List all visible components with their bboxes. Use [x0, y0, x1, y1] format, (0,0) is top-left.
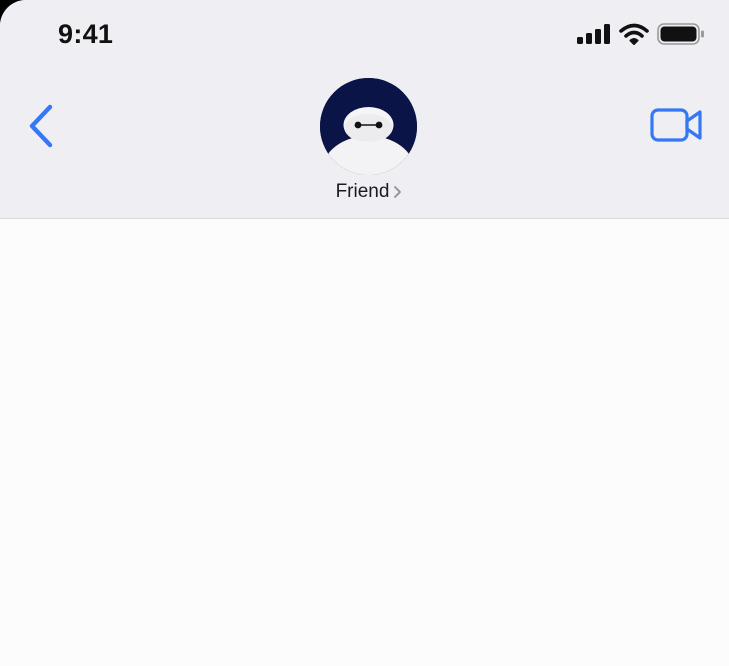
message-list[interactable]: [0, 219, 729, 666]
wifi-icon: [619, 23, 649, 50]
battery-icon: [657, 22, 705, 50]
chevron-left-icon: [28, 104, 54, 153]
contact-name: Friend: [335, 181, 390, 202]
messages-screen: 9:41 Friend: [0, 0, 729, 666]
video-call-button[interactable]: [647, 104, 707, 150]
avatar: [320, 78, 417, 175]
status-time: 9:41: [58, 19, 114, 49]
back-button[interactable]: [18, 100, 64, 156]
cellular-signal-icon: [577, 23, 611, 49]
video-camera-icon: [650, 106, 704, 149]
baymax-avatar: [320, 78, 417, 175]
status-icons: [577, 22, 705, 50]
conversation-header: 9:41 Friend: [0, 0, 729, 219]
chevron-right-icon: [393, 185, 402, 199]
contact-name-row: Friend: [314, 180, 424, 204]
contact-details-button[interactable]: Friend: [314, 76, 424, 208]
